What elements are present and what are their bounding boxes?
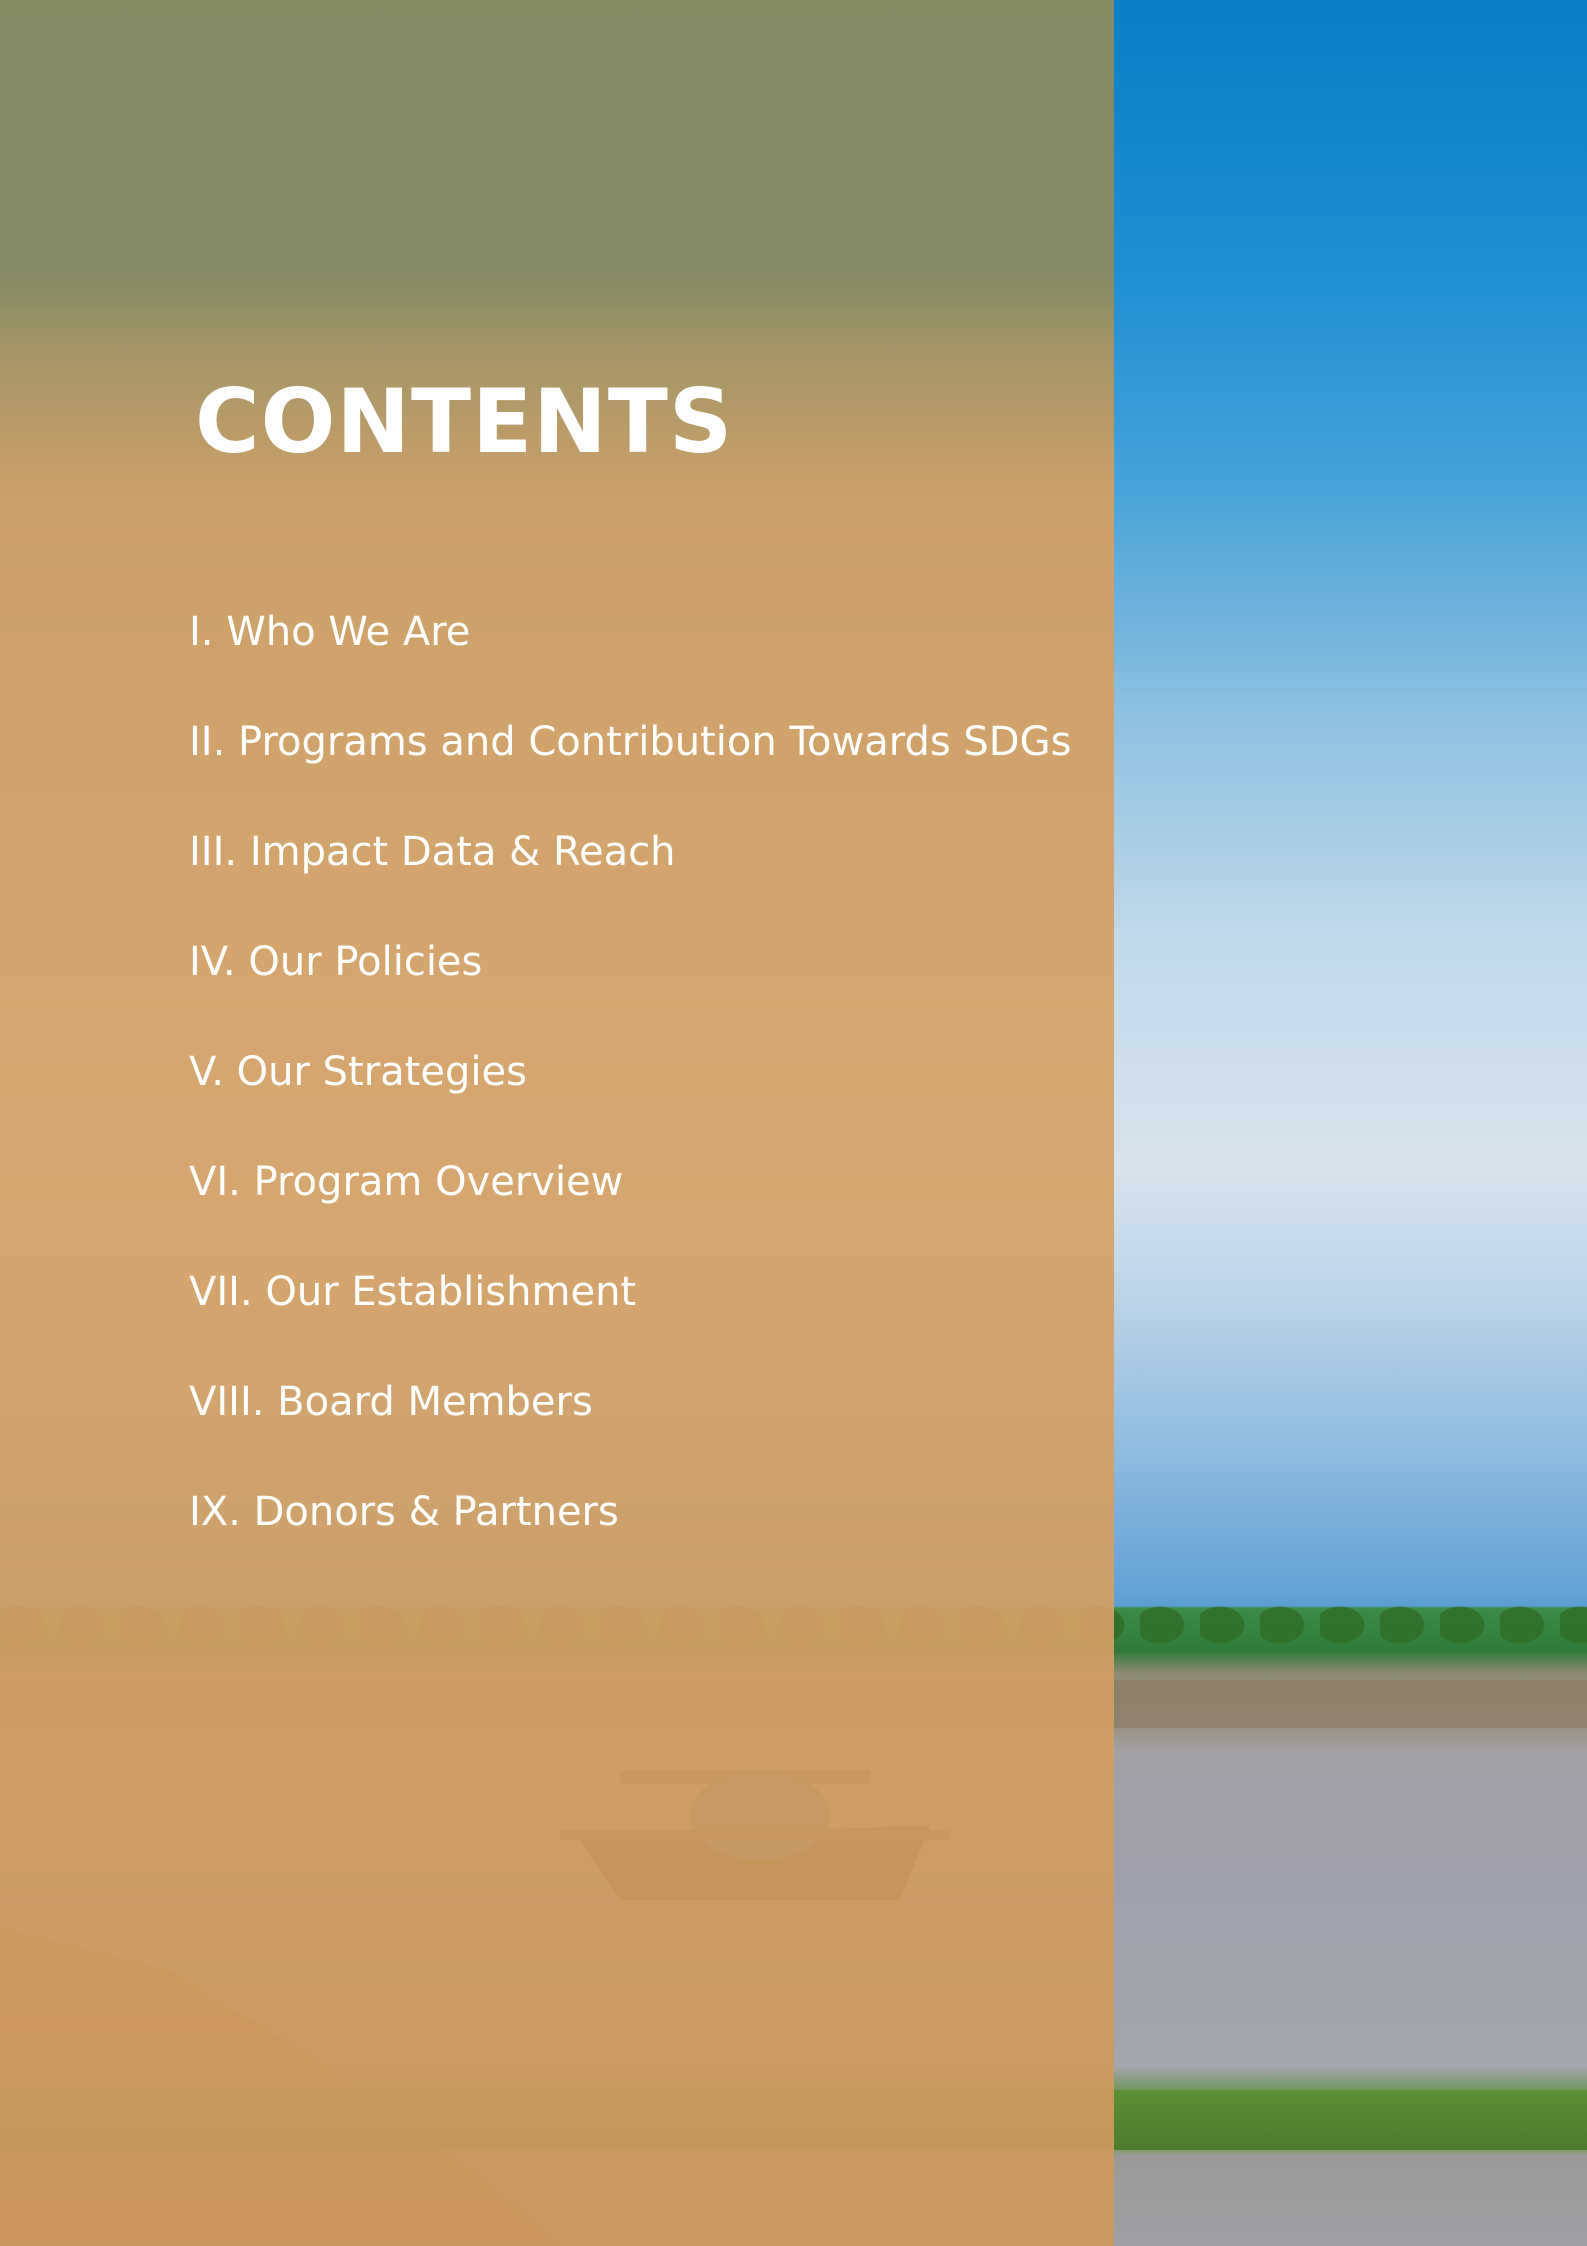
toc-item[interactable]: II. Programs and Contribution Towards SD… bbox=[189, 722, 1071, 832]
toc-item[interactable]: V. Our Strategies bbox=[189, 1052, 1071, 1162]
toc-item[interactable]: I. Who We Are bbox=[189, 612, 1071, 722]
toc-item[interactable]: IX. Donors & Partners bbox=[189, 1492, 1071, 1602]
toc-item[interactable]: III. Impact Data & Reach bbox=[189, 832, 1071, 942]
table-of-contents: I. Who We Are II. Programs and Contribut… bbox=[189, 612, 1071, 1602]
contents-page: CONTENTS I. Who We Are II. Programs and … bbox=[0, 0, 1587, 2246]
toc-item[interactable]: VIII. Board Members bbox=[189, 1382, 1071, 1492]
toc-item[interactable]: VI. Program Overview bbox=[189, 1162, 1071, 1272]
page-title: CONTENTS bbox=[195, 370, 734, 473]
toc-item[interactable]: IV. Our Policies bbox=[189, 942, 1071, 1052]
toc-item[interactable]: VII. Our Establishment bbox=[189, 1272, 1071, 1382]
